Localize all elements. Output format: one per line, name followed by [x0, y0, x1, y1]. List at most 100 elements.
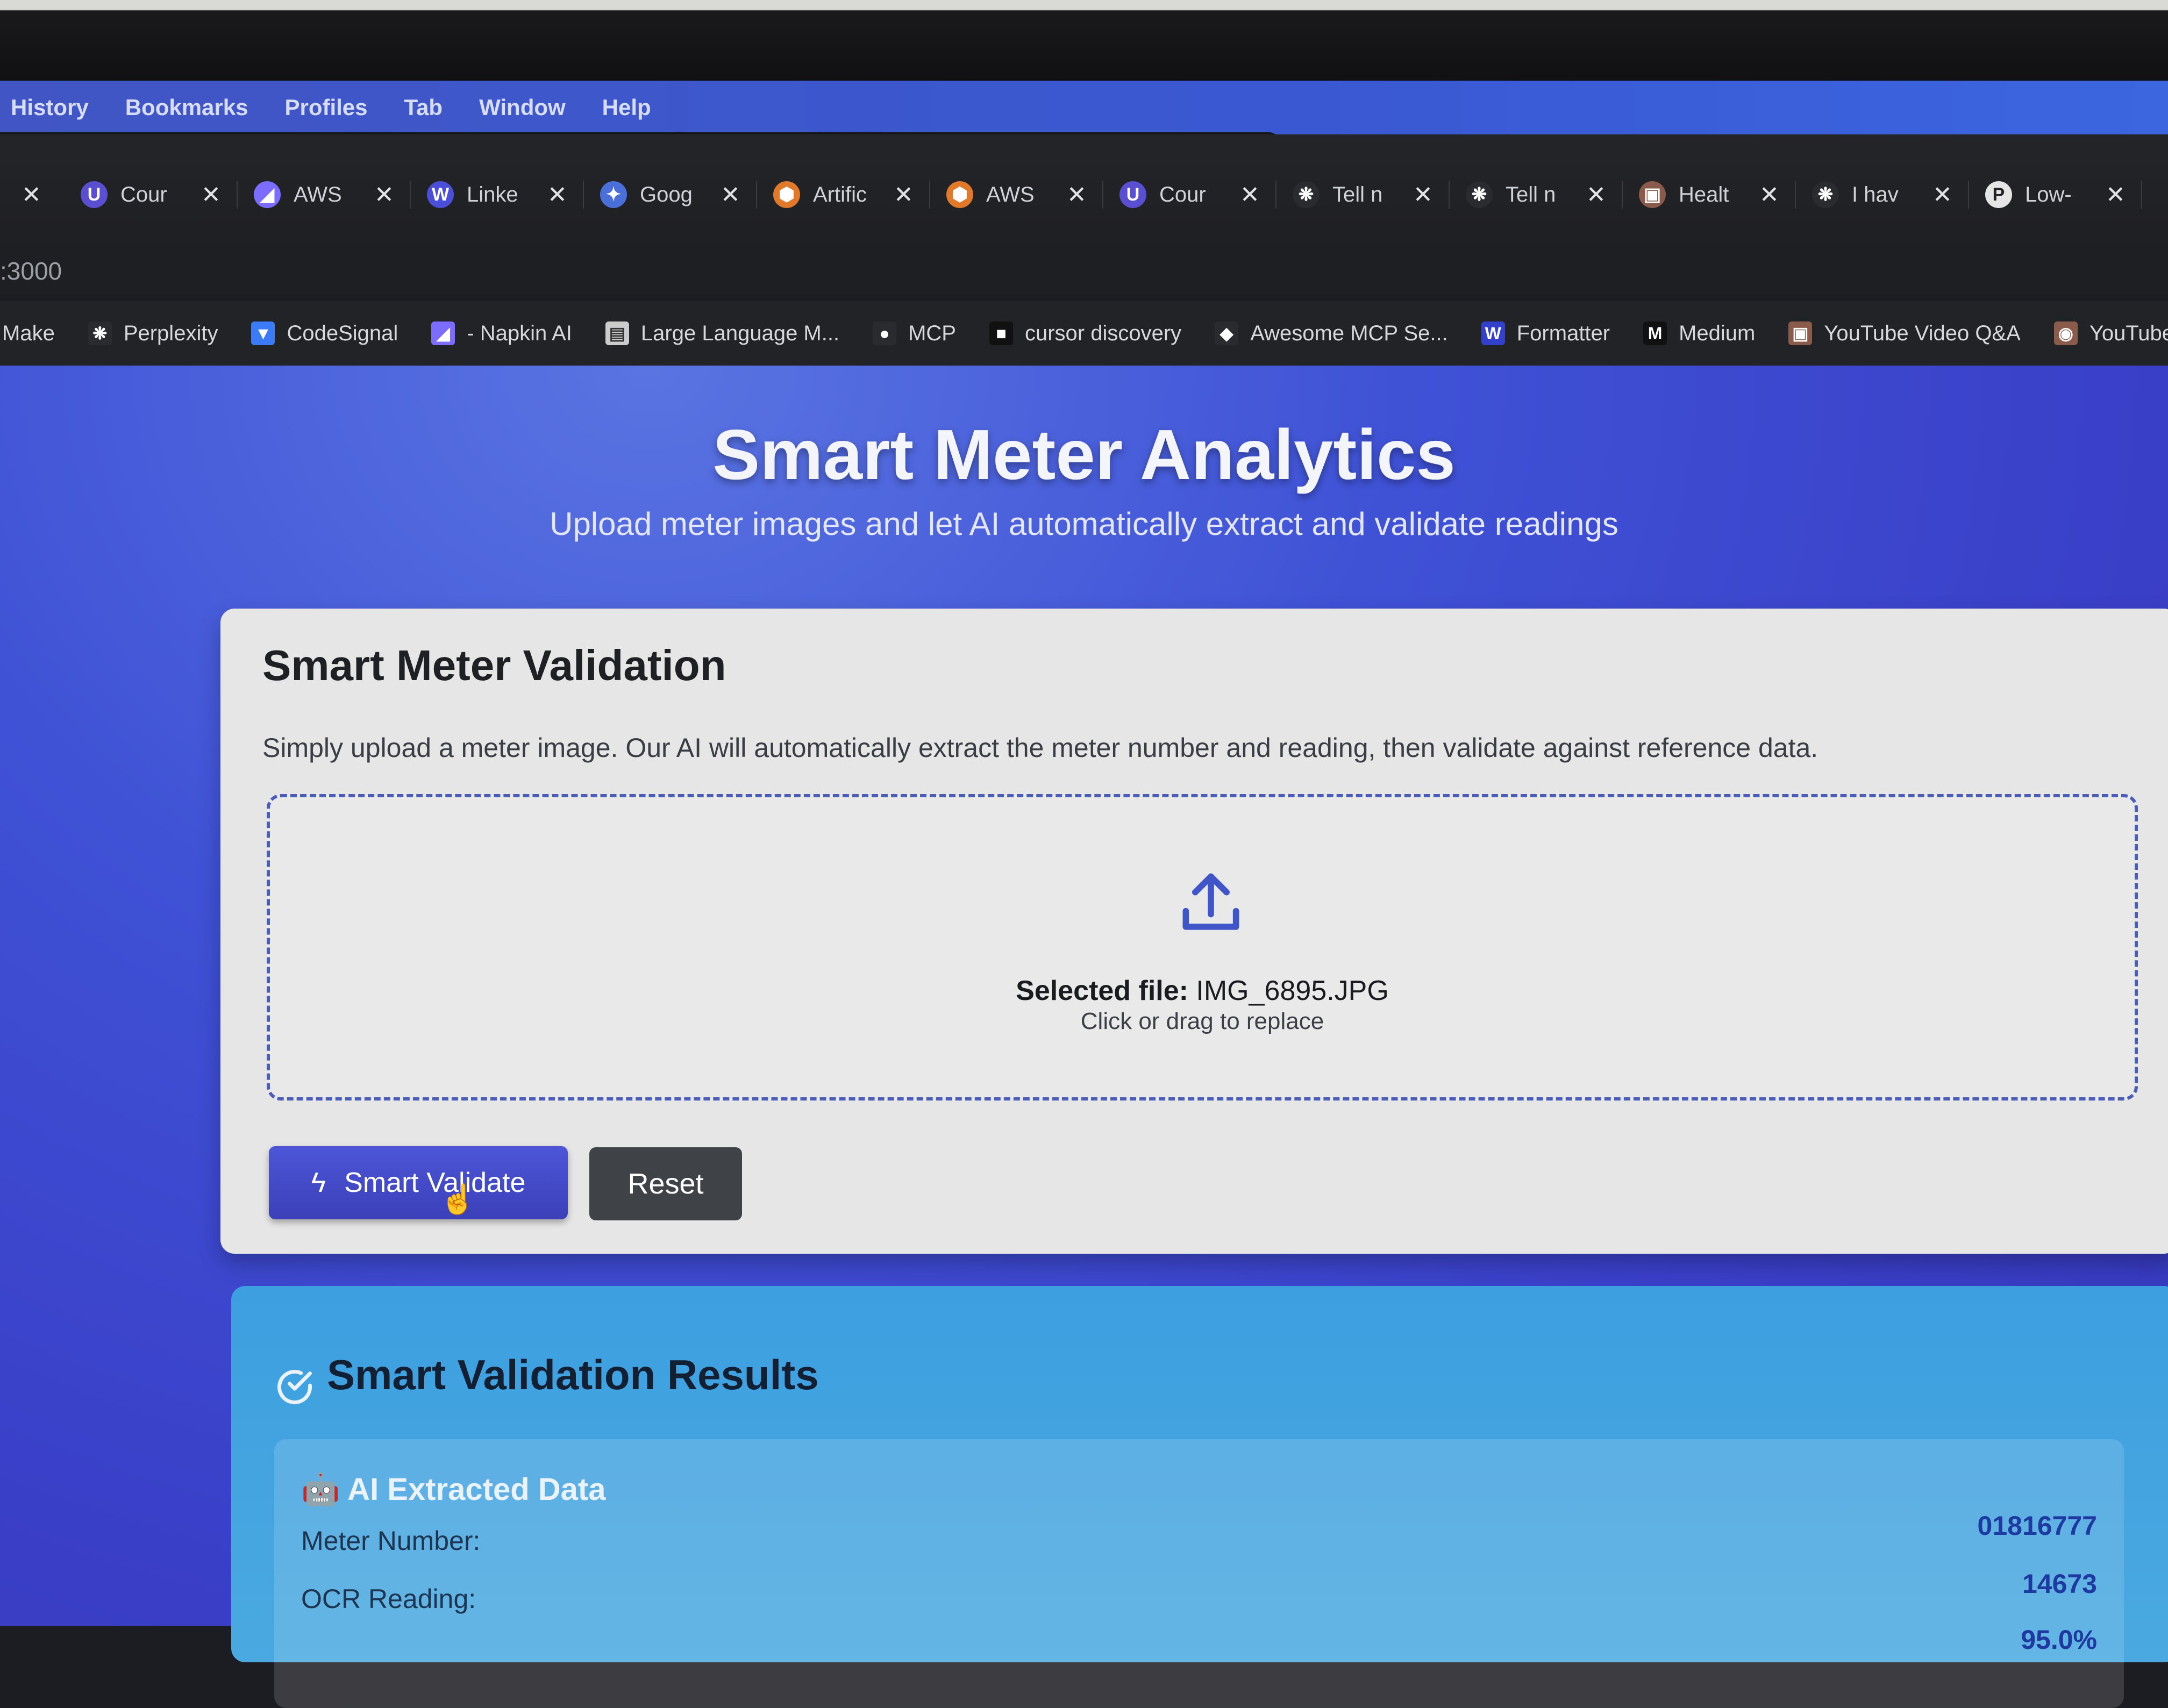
- browser-tab[interactable]: ⬢ AWS ✕: [930, 169, 1103, 220]
- robot-icon: ◉: [2053, 321, 2078, 345]
- tab-label: Healt: [1679, 182, 1729, 206]
- browser-tab[interactable]: W Linke ✕: [411, 169, 584, 220]
- browser-tab[interactable]: ❋ I hav ✕: [1796, 169, 1969, 220]
- results-title: Smart Validation Results: [327, 1351, 819, 1398]
- browser-tab[interactable]: ▣ Healt ✕: [1623, 169, 1796, 220]
- menu-bookmarks[interactable]: Bookmarks: [125, 95, 248, 120]
- results-card: Smart Validation Results 🤖 AI Extracted …: [231, 1286, 2168, 1708]
- page-subtitle: Upload meter images and let AI automatic…: [550, 506, 1618, 542]
- close-icon[interactable]: ✕: [721, 181, 740, 209]
- app-page: Smart Meter Analytics Upload meter image…: [0, 366, 2168, 1708]
- aws-cube-icon: ⬢: [946, 181, 973, 208]
- bookmark-item[interactable]: ▣ YouTube Video Q&A: [1788, 321, 2021, 346]
- dropzone-hint: Click or drag to replace: [1080, 1008, 1324, 1034]
- extracted-data-panel: 🤖 AI Extracted Data Meter Number: 018167…: [274, 1439, 2124, 1708]
- ocr-reading-label: OCR Reading:: [301, 1584, 476, 1614]
- tab-label: I hav: [1852, 182, 1899, 206]
- close-icon[interactable]: ✕: [1759, 181, 1779, 209]
- ocr-reading-row: OCR Reading: 14673: [301, 1569, 2097, 1614]
- robot-icon: ▣: [1788, 321, 1813, 345]
- aws-cube-icon: ⬢: [773, 181, 800, 208]
- close-icon[interactable]: ✕: [547, 181, 567, 209]
- bookmark-item[interactable]: ▼ CodeSignal: [251, 321, 398, 346]
- meter-number-value: 01816777: [1977, 1511, 2097, 1541]
- close-icon[interactable]: ✕: [22, 181, 41, 209]
- browser-tab[interactable]: P Low- ✕: [1969, 169, 2142, 220]
- bookmark-item[interactable]: ▤ Large Language M...: [605, 321, 839, 346]
- bookmark-item[interactable]: ❋ Perplexity: [88, 321, 218, 346]
- close-icon[interactable]: ✕: [1067, 181, 1087, 209]
- address-bar[interactable]: :3000: [0, 247, 2168, 295]
- browser-tab[interactable]: U Cour ✕: [65, 169, 238, 220]
- smart-validate-label: Smart Validate: [344, 1167, 526, 1198]
- bookmark-label: YouTube Video Q&A: [1824, 321, 2021, 345]
- close-icon[interactable]: ✕: [1413, 181, 1433, 209]
- reset-button[interactable]: Reset: [589, 1147, 742, 1220]
- ocr-reading-value: 14673: [2022, 1569, 2097, 1599]
- close-icon[interactable]: ✕: [374, 181, 394, 209]
- browser-tab[interactable]: ◢ AWS ✕: [238, 169, 411, 220]
- address-text: :3000: [0, 257, 62, 285]
- menu-tab[interactable]: Tab: [404, 95, 443, 120]
- browser-tab[interactable]: ❋ Tell n ✕: [1450, 169, 1623, 220]
- close-icon[interactable]: ✕: [201, 181, 221, 209]
- close-icon[interactable]: ✕: [1240, 181, 1260, 209]
- bookmark-item[interactable]: W Formatter: [1481, 321, 1610, 346]
- openai-logo-icon: ❋: [1812, 181, 1839, 208]
- selected-file-name: IMG_6895.JPG: [1196, 975, 1389, 1006]
- mac-menubar: History Bookmarks Profiles Tab Window He…: [0, 81, 2168, 144]
- openai-logo-icon: ❋: [1466, 181, 1493, 208]
- menu-help[interactable]: Help: [602, 95, 651, 120]
- selected-file: Selected file: IMG_6895.JPG: [270, 975, 2135, 1007]
- tab-label: Low-: [2025, 182, 2072, 206]
- medium-logo-icon: M: [1643, 321, 1667, 345]
- selected-file-label: Selected file:: [1016, 975, 1188, 1006]
- file-dropzone[interactable]: Selected file: IMG_6895.JPG Click or dra…: [267, 794, 2138, 1100]
- close-icon[interactable]: ✕: [1586, 181, 1606, 209]
- browser-tab[interactable]: ⬢ Artific ✕: [757, 169, 930, 220]
- card-description: Simply upload a meter image. Our AI will…: [262, 733, 1818, 763]
- bookmark-item[interactable]: ● MCP: [873, 321, 956, 346]
- close-icon[interactable]: ✕: [2106, 181, 2126, 209]
- smart-validate-button[interactable]: ϟ Smart Validate: [269, 1146, 568, 1219]
- bookmark-item[interactable]: ◆ Awesome MCP Se...: [1215, 321, 1448, 346]
- robot-icon: ▣: [1639, 181, 1666, 208]
- menu-history[interactable]: History: [11, 95, 89, 120]
- bookmark-item[interactable]: Make: [2, 321, 55, 346]
- lightning-icon: ϟ: [311, 1167, 326, 1198]
- bookmark-label: MCP: [908, 321, 956, 345]
- validation-card: Smart Meter Validation Simply upload a m…: [220, 609, 2168, 1254]
- tab-label: Goog: [640, 182, 693, 206]
- openai-logo-icon: ❋: [88, 321, 112, 345]
- bookmark-item[interactable]: ◉ YouTube Vide: [2053, 321, 2168, 346]
- pointer-cursor-icon: ☝: [440, 1183, 476, 1216]
- bookmark-item[interactable]: ■ cursor discovery: [989, 321, 1181, 346]
- bookmark-label: Formatter: [1516, 321, 1610, 345]
- page-title: Smart Meter Analytics: [712, 415, 1456, 494]
- close-icon[interactable]: ✕: [894, 181, 914, 209]
- bookmark-label: Medium: [1679, 321, 1756, 345]
- gemini-logo-icon: ✦: [600, 181, 627, 208]
- confidence-value: 95.0%: [2021, 1625, 2097, 1655]
- browser-tab[interactable]: ❋ Tell n ✕: [1276, 169, 1450, 220]
- tab-label: Artific: [813, 182, 867, 206]
- bookmark-label: Large Language M...: [640, 321, 840, 345]
- menu-window[interactable]: Window: [479, 95, 566, 120]
- codesignal-logo-icon: ▼: [251, 321, 275, 345]
- openai-logo-icon: ❋: [1293, 181, 1320, 208]
- menu-profiles[interactable]: Profiles: [284, 95, 367, 120]
- bookmark-label: Awesome MCP Se...: [1250, 321, 1448, 345]
- bookmark-label: cursor discovery: [1024, 321, 1182, 345]
- browser-tab[interactable]: U Cour ✕: [1103, 169, 1276, 220]
- tab-label: Cour: [1159, 182, 1206, 206]
- tab-label: Tell n: [1332, 182, 1383, 206]
- shield-logo-icon: U: [1119, 181, 1146, 208]
- check-circle-icon: [277, 1370, 312, 1404]
- browser-tab[interactable]: ✦ Goog ✕: [584, 169, 757, 220]
- tab-label: AWS: [294, 182, 342, 206]
- tab-partial[interactable]: ✕: [0, 169, 65, 220]
- close-icon[interactable]: ✕: [1932, 181, 1952, 209]
- meter-number-row: Meter Number: 01816777: [301, 1511, 2097, 1556]
- bookmark-item[interactable]: ◢ - Napkin AI: [431, 321, 572, 346]
- bookmark-item[interactable]: M Medium: [1643, 321, 1755, 346]
